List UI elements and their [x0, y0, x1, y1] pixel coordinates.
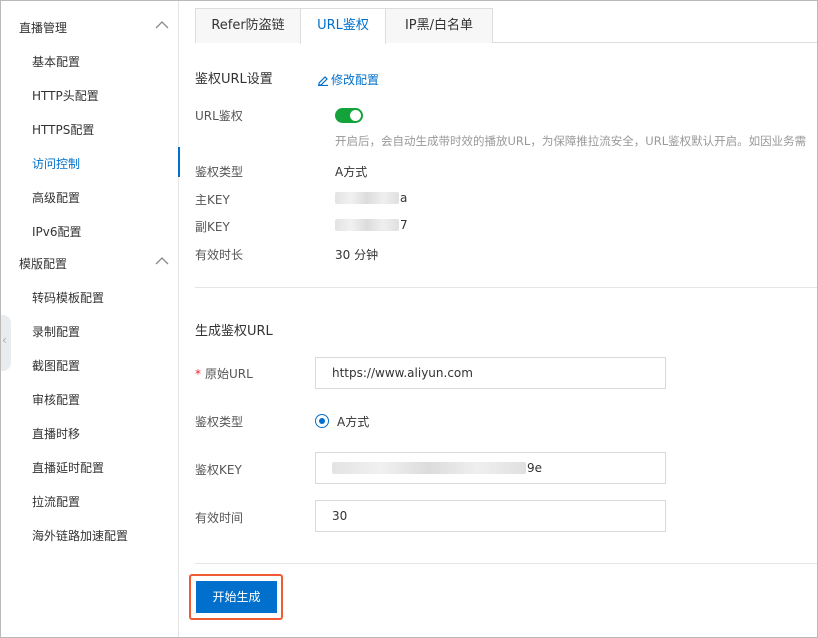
tab-ip-list[interactable]: IP黑/白名单 [385, 8, 493, 43]
auth-type-label: 鉴权类型 [195, 165, 244, 179]
sidebar-item-label: 审核配置 [32, 393, 81, 407]
secondary-key-redacted [335, 219, 399, 231]
sidebar-item-advanced[interactable]: 高级配置 [1, 179, 179, 213]
sidebar-item-basic-config[interactable]: 基本配置 [1, 43, 179, 77]
generate-button[interactable]: 开始生成 [196, 581, 277, 613]
auth-type-value: A方式 [335, 165, 368, 179]
section-divider [195, 287, 817, 288]
secondary-key-suffix: 7 [400, 218, 408, 232]
url-auth-description: 开启后，会自动生成带时效的播放URL，为保障推拉流安全，URL鉴权默认开启。如因… [335, 134, 807, 148]
sidebar-item-recording[interactable]: 录制配置 [1, 313, 179, 347]
sidebar-item-label: HTTP头配置 [32, 89, 99, 103]
sidebar: 直播管理 基本配置 HTTP头配置 HTTPS配置 访问控制 高级配置 IPv6… [1, 1, 180, 637]
edit-config-label: 修改配置 [331, 73, 380, 87]
auth-type-a-radio[interactable] [315, 414, 329, 428]
original-url-label: * 原始URL [195, 365, 253, 382]
tab-refer-hotlink[interactable]: Refer防盗链 [195, 8, 301, 43]
sidebar-item-snapshot[interactable]: 截图配置 [1, 347, 179, 381]
sidebar-item-label: 转码模板配置 [32, 291, 105, 305]
sidebar-item-transcode[interactable]: 转码模板配置 [1, 279, 179, 313]
url-auth-toggle[interactable] [335, 108, 363, 123]
edit-config-link[interactable]: 修改配置 [318, 71, 379, 88]
sidebar-item-http-header[interactable]: HTTP头配置 [1, 77, 179, 111]
sidebar-item-label: HTTPS配置 [32, 123, 95, 137]
chevron-left-icon: ‹ [2, 333, 7, 347]
pencil-icon [318, 76, 328, 87]
sidebar-item-ipv6[interactable]: IPv6配置 [1, 213, 179, 247]
sidebar-item-label: 截图配置 [32, 359, 81, 373]
sidebar-item-delay[interactable]: 直播延时配置 [1, 449, 179, 483]
sidebar-item-label: 高级配置 [32, 191, 81, 205]
section-title-generate-auth-url: 生成鉴权URL [195, 324, 273, 339]
primary-key-label: 主KEY [195, 193, 230, 207]
sidebar-item-overseas-accel[interactable]: 海外链路加速配置 [1, 517, 179, 551]
auth-key-input[interactable]: 9e [315, 452, 666, 484]
sidebar-collapse-handle[interactable]: ‹ [1, 315, 11, 371]
sidebar-item-label: 海外链路加速配置 [32, 529, 129, 543]
auth-key-label: 鉴权KEY [195, 463, 242, 477]
sidebar-item-label: 拉流配置 [32, 495, 81, 509]
validity-value: 30 分钟 [335, 248, 379, 262]
sidebar-group-title: 直播管理 [19, 21, 68, 35]
sidebar-item-review[interactable]: 审核配置 [1, 381, 179, 415]
secondary-key-label: 副KEY [195, 220, 230, 234]
sidebar-item-label: 直播时移 [32, 427, 81, 441]
sidebar-item-label: 访问控制 [32, 157, 81, 171]
auth-key-suffix: 9e [527, 461, 543, 475]
sidebar-item-label: 录制配置 [32, 325, 81, 339]
auth-key-redacted [332, 462, 526, 474]
tab-bar: Refer防盗链 URL鉴权 IP黑/白名单 [195, 8, 817, 44]
sidebar-item-label: 基本配置 [32, 55, 81, 69]
chevron-up-icon [155, 21, 169, 29]
original-url-input[interactable]: https://www.aliyun.com [315, 357, 666, 389]
original-url-label-text: 原始URL [205, 367, 253, 381]
auth-type-a-label[interactable]: A方式 [337, 413, 369, 430]
sidebar-item-label: 直播延时配置 [32, 461, 105, 475]
section-title-auth-url-settings: 鉴权URL设置 [195, 72, 273, 87]
tab-url-auth[interactable]: URL鉴权 [300, 8, 386, 44]
sidebar-item-pull-stream[interactable]: 拉流配置 [1, 483, 179, 517]
gen-auth-type-label: 鉴权类型 [195, 415, 244, 429]
chevron-up-icon [155, 257, 169, 265]
validity-label: 有效时长 [195, 248, 244, 262]
sidebar-item-timeshift[interactable]: 直播时移 [1, 415, 179, 449]
toggle-knob [350, 110, 361, 121]
url-auth-label: URL鉴权 [195, 109, 243, 123]
sidebar-item-label: IPv6配置 [32, 225, 82, 239]
required-asterisk: * [195, 367, 201, 381]
valid-time-input[interactable]: 30 [315, 500, 666, 532]
sidebar-group-live-management[interactable]: 直播管理 [1, 9, 179, 43]
primary-key-redacted [335, 192, 399, 204]
primary-key-suffix: a [400, 191, 408, 205]
footer-divider [195, 563, 817, 564]
active-indicator [178, 147, 180, 177]
sidebar-item-access-control[interactable]: 访问控制 [1, 145, 180, 179]
sidebar-group-title: 模版配置 [19, 257, 68, 271]
sidebar-item-https[interactable]: HTTPS配置 [1, 111, 179, 145]
sidebar-group-template-config[interactable]: 模版配置 [1, 245, 179, 279]
valid-time-label: 有效时间 [195, 511, 244, 525]
